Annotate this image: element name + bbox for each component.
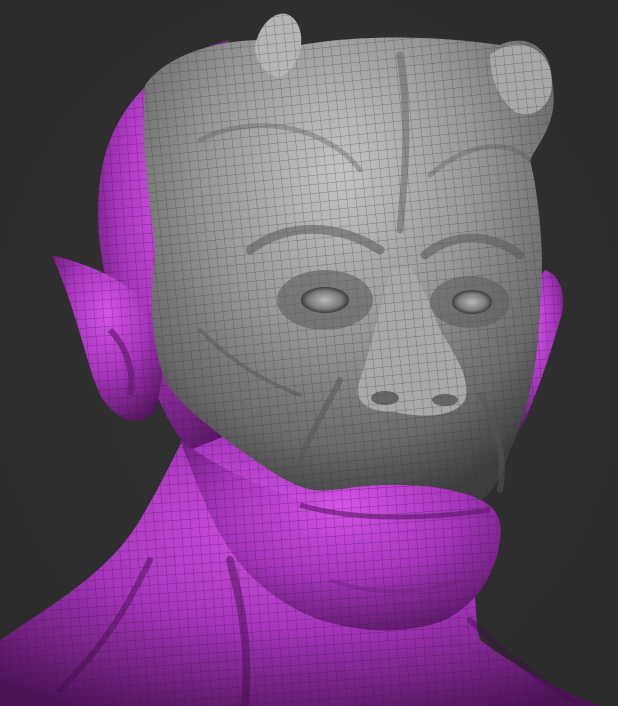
sculpt-viewport[interactable] <box>0 0 618 706</box>
left-eye <box>277 270 373 330</box>
sculpt-render <box>0 0 618 706</box>
right-eye <box>430 276 510 328</box>
